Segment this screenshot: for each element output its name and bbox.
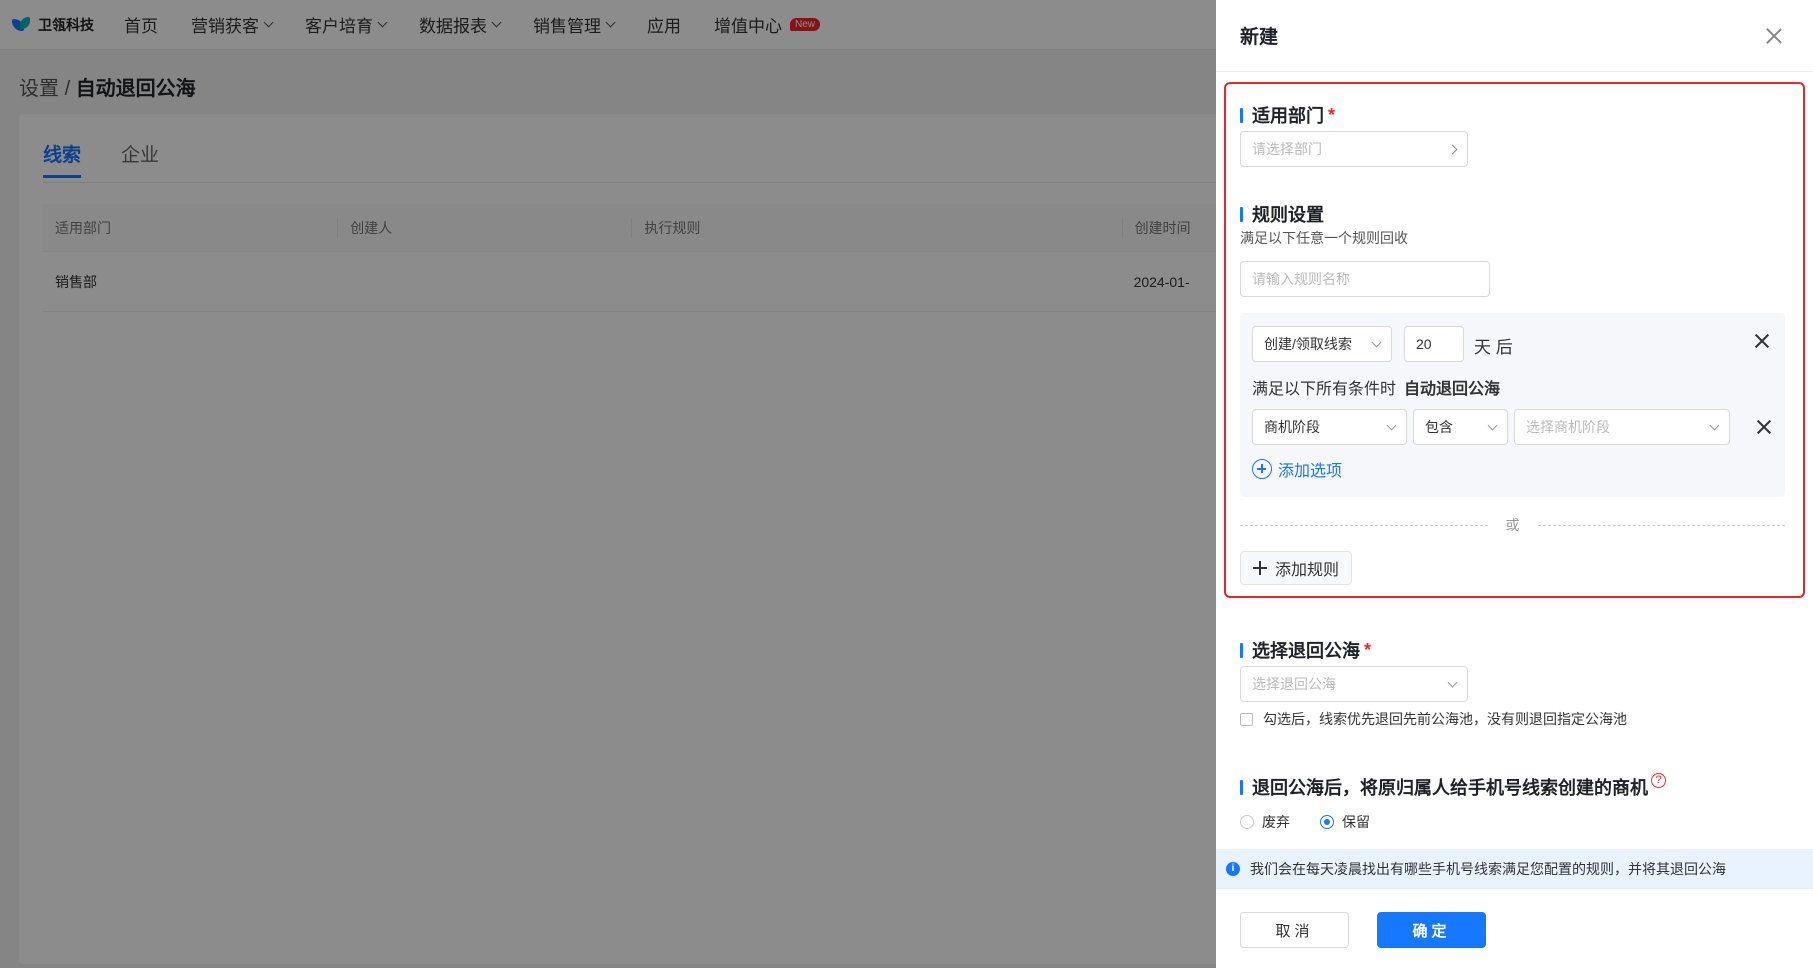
chevron-down-icon [1709,420,1720,430]
chevron-down-icon [1386,420,1397,430]
section-bar [1240,642,1243,658]
pool-select-placeholder: 选择退回公海 [1252,676,1336,692]
dash-line [1537,524,1785,526]
field-select[interactable]: 商机阶段 [1252,409,1407,445]
trigger-select-value: 创建/领取线索 [1264,336,1352,352]
days-unit: 天 后 [1474,338,1513,357]
value-select[interactable]: 选择商机阶段 [1514,409,1730,445]
field-select-value: 商机阶段 [1264,419,1320,435]
section-title-text: 选择退回公海 [1252,641,1360,661]
add-rule-label: 添加规则 [1275,562,1340,579]
dept-select[interactable]: 请选择部门 [1240,131,1468,167]
days-value: 20 [1416,336,1432,352]
chevron-right-icon [1447,144,1458,154]
info-banner: i 我们会在每天凌晨找出有哪些手机号线索满足您配置的规则，并将其退回公海 [1216,849,1813,889]
drawer-header: 新建 [1216,0,1813,72]
rule-card: 创建/领取线索 20 天 后 满足以下所有条件时 自动退回公海 商机阶段 包含 选… [1240,313,1785,497]
value-select-placeholder: 选择商机阶段 [1526,419,1610,435]
create-drawer: 新建 适用部门 * 请选择部门 规则设置 满足以下任意一个规则回收 请输入规则名… [1216,0,1813,968]
or-text: 或 [1505,517,1520,533]
remove-condition-icon[interactable] [1756,419,1772,435]
add-option-button[interactable]: 添加选项 [1252,457,1342,481]
section-title-dept: 适用部门 * [1240,102,1335,128]
rule-desc: 满足以下任意一个规则回收 [1240,230,1408,246]
close-icon[interactable] [1765,27,1783,45]
add-option-label: 添加选项 [1278,463,1343,480]
radio-label-keep[interactable]: 保留 [1342,812,1370,832]
section-bar [1240,107,1243,123]
remove-rule-icon[interactable] [1754,333,1770,349]
chevron-down-icon [1447,677,1458,687]
section-title-pool: 选择退回公海 * [1240,637,1371,663]
add-rule-button[interactable]: 添加规则 [1240,551,1353,585]
prefer-previous-pool-option[interactable]: 勾选后，线索优先退回先前公海池，没有则退回指定公海池 [1240,709,1627,729]
confirm-button[interactable]: 确定 [1377,912,1486,948]
chevron-down-icon [1487,420,1498,430]
operator-select-value: 包含 [1425,419,1453,435]
rule-name-input[interactable]: 请输入规则名称 [1240,261,1490,297]
or-divider: 或 [1240,515,1785,535]
section-title-text: 适用部门 [1252,106,1324,126]
required-mark: * [1364,639,1372,660]
dept-select-placeholder: 请选择部门 [1252,141,1322,157]
plus-circle-icon [1252,459,1272,479]
opportunity-radio-group: 废弃 保留 [1240,812,1400,832]
drawer-footer: 取消 确定 [1240,912,1486,948]
checkbox-label: 勾选后，线索优先退回先前公海池，没有则退回指定公海池 [1263,711,1627,727]
required-mark: * [1328,104,1336,125]
condition-action: 自动退回公海 [1404,381,1501,398]
operator-select[interactable]: 包含 [1413,409,1508,445]
section-title-opportunity: 退回公海后，将原归属人给手机号线索创建的商机 ? [1240,772,1666,800]
info-icon: i [1226,862,1240,876]
prefer-previous-pool-checkbox[interactable] [1240,712,1253,726]
chevron-down-icon [1371,337,1382,347]
section-title-rule: 规则设置 [1240,201,1324,227]
drawer-title: 新建 [1240,27,1279,48]
radio-keep[interactable] [1320,815,1334,829]
plus-icon [1253,561,1267,575]
help-icon[interactable]: ? [1651,772,1666,788]
radio-discard[interactable] [1240,815,1254,829]
trigger-select[interactable]: 创建/领取线索 [1252,326,1392,362]
section-title-text: 退回公海后，将原归属人给手机号线索创建的商机 [1252,778,1648,798]
dash-line [1240,524,1488,526]
rule-name-placeholder: 请输入规则名称 [1252,271,1350,287]
section-bar [1240,779,1243,795]
pool-select[interactable]: 选择退回公海 [1240,666,1468,702]
info-text: 我们会在每天凌晨找出有哪些手机号线索满足您配置的规则，并将其退回公海 [1250,861,1726,877]
cancel-button[interactable]: 取消 [1240,912,1349,948]
radio-label-discard[interactable]: 废弃 [1262,812,1290,832]
section-title-text: 规则设置 [1252,205,1324,225]
section-bar [1240,206,1243,222]
condition-text: 满足以下所有条件时 自动退回公海 [1252,375,1500,399]
condition-prefix: 满足以下所有条件时 [1252,381,1397,398]
days-input[interactable]: 20 [1404,326,1464,362]
